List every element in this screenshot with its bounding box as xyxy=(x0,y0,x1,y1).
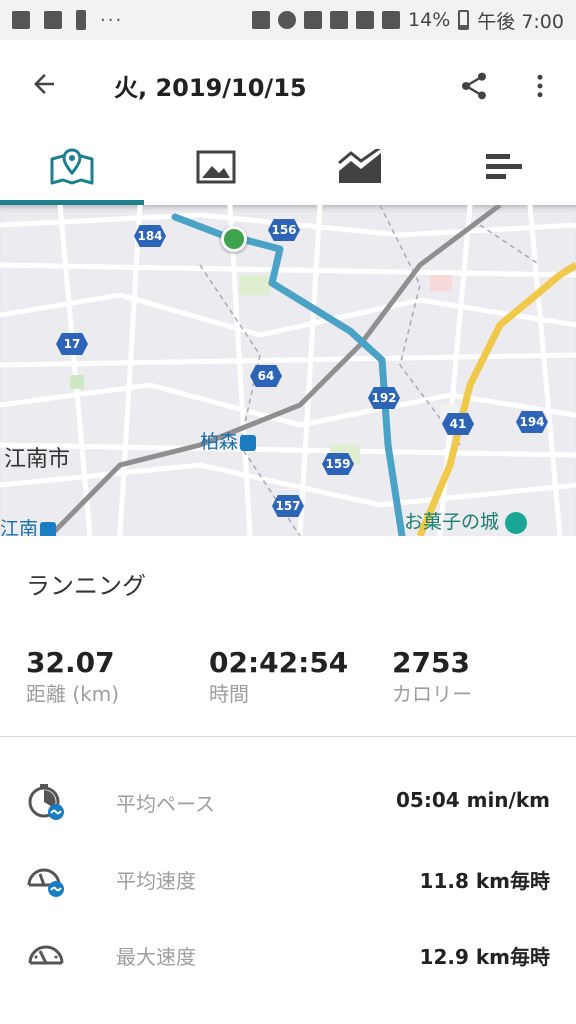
status-bar: ··· 14% 午後 7:00 xyxy=(0,0,576,40)
map-canvas xyxy=(0,205,576,536)
signal-icon xyxy=(382,11,401,29)
clock: 午後 7:00 xyxy=(477,10,564,33)
back-button[interactable] xyxy=(18,62,70,106)
app-bar: 火, 2019/10/15 xyxy=(0,40,576,128)
more-vert-icon xyxy=(537,74,543,98)
stat-label: カロリー xyxy=(392,682,472,706)
tab-map[interactable] xyxy=(0,128,144,205)
metric-value: 12.9 km毎時 xyxy=(419,945,550,969)
metric-row-avg-speed: 平均速度 11.8 km毎時 xyxy=(0,841,576,917)
metric-row-max-speed: 最大速度 12.9 km毎時 xyxy=(0,917,576,993)
share-button[interactable] xyxy=(452,64,496,108)
chart-icon xyxy=(338,148,381,183)
battery-percent: 14% xyxy=(408,9,451,31)
stat-value: 32.07 xyxy=(26,646,115,679)
tab-charts[interactable] xyxy=(288,128,432,205)
road-number: 156 xyxy=(268,219,300,241)
road-number: 184 xyxy=(134,225,166,247)
metric-value: 05:04 min/km xyxy=(395,788,550,812)
map-icon xyxy=(50,147,94,184)
wifi-icon xyxy=(356,11,375,29)
stat-label: 時間 xyxy=(209,682,249,706)
stat-duration: 02:42:54 時間 xyxy=(209,646,348,708)
battery-icon xyxy=(458,10,470,30)
activity-type: ランニング xyxy=(26,572,146,600)
volte-icon xyxy=(330,11,349,29)
poi-icon xyxy=(505,511,528,534)
stat-label: 距離 (km) xyxy=(26,682,120,706)
divider xyxy=(0,736,576,737)
share-icon xyxy=(462,72,486,100)
tab-details[interactable] xyxy=(432,128,576,205)
route-map[interactable]: 184 156 17 64 192 41 194 159 157 江南市 柏森 … xyxy=(0,205,576,536)
road-number: 159 xyxy=(322,453,354,475)
pace-icon xyxy=(28,784,64,820)
poi-name: お菓子の城 xyxy=(404,511,500,533)
metric-value: 11.8 km毎時 xyxy=(419,869,550,893)
metric-label: 平均ペース xyxy=(116,792,215,816)
avg-speed-icon xyxy=(27,868,64,897)
road-number: 17 xyxy=(56,333,88,355)
city-label: 江南市 xyxy=(4,447,71,472)
image-icon xyxy=(196,150,236,183)
road-number: 41 xyxy=(442,413,474,435)
metric-row-avg-pace: 平均ペース 05:04 min/km xyxy=(0,764,576,840)
tab-bar xyxy=(0,128,576,205)
alert-icon xyxy=(76,10,86,30)
road-number: 194 xyxy=(516,411,548,433)
station-name: 柏森 xyxy=(200,431,239,453)
gallery-icon xyxy=(12,11,30,29)
bars-icon xyxy=(486,153,522,179)
station-label: 江南 xyxy=(0,514,57,536)
stat-value: 02:42:54 xyxy=(209,646,349,679)
page-title: 火, 2019/10/15 xyxy=(114,74,307,102)
road-number: 64 xyxy=(250,365,282,387)
bluetooth-icon xyxy=(304,11,323,29)
road-number: 192 xyxy=(368,387,400,409)
stat-calories: 2753 カロリー xyxy=(392,646,472,708)
stat-value: 2753 xyxy=(392,646,470,679)
train-icon xyxy=(40,521,57,536)
stat-distance: 32.07 距離 (km) xyxy=(26,646,119,708)
more-options-button[interactable] xyxy=(518,64,562,108)
arrow-left-icon xyxy=(34,74,54,94)
recycle-icon xyxy=(252,11,271,29)
road-number: 157 xyxy=(272,495,304,517)
location-icon xyxy=(278,11,297,29)
train-icon xyxy=(240,434,257,451)
station-label: 柏森 xyxy=(200,427,257,454)
start-marker xyxy=(221,226,247,252)
metric-label: 最大速度 xyxy=(116,945,196,969)
more-notifications-icon: ··· xyxy=(100,9,124,31)
station-name: 江南 xyxy=(0,518,39,536)
max-speed-icon xyxy=(28,945,64,965)
tab-photos[interactable] xyxy=(144,128,288,205)
metric-label: 平均速度 xyxy=(116,869,196,893)
yahoo-icon xyxy=(44,11,62,29)
poi-label: お菓子の城 xyxy=(404,507,528,534)
